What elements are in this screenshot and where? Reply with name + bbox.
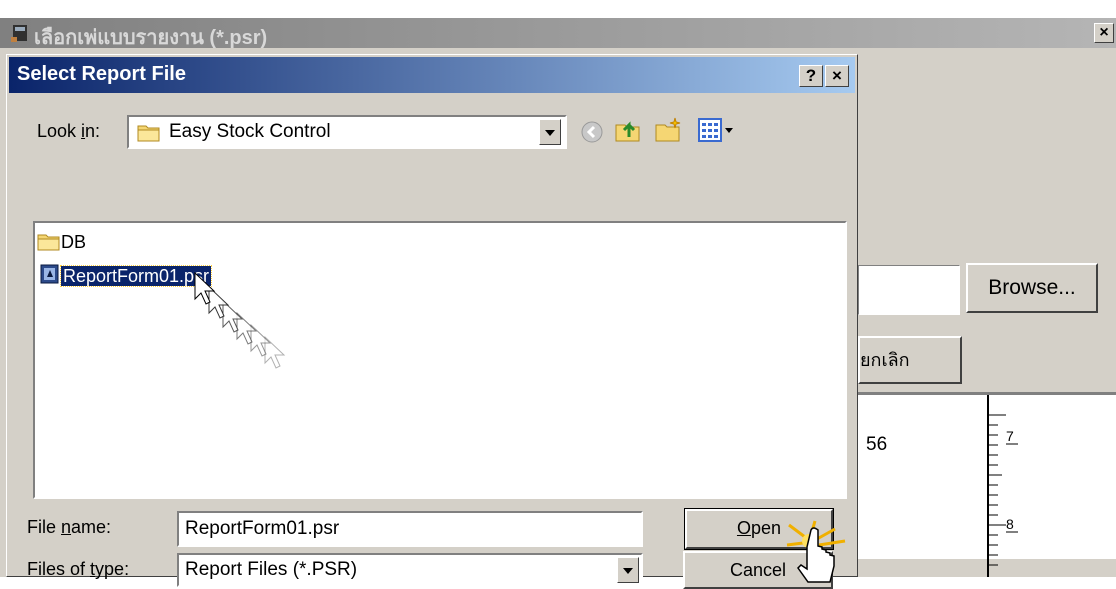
dialog-close-button[interactable]: × <box>825 65 849 87</box>
select-report-dialog: Select Report File ? × Look in: Easy Sto… <box>6 54 858 589</box>
file-type-select[interactable]: Report Files (*.PSR) <box>177 553 643 587</box>
list-item-folder-db[interactable]: DB <box>37 231 86 253</box>
folder-icon <box>37 234 60 251</box>
new-folder-icon[interactable] <box>653 115 683 145</box>
ruler-mark-8: 8 <box>1006 516 1014 532</box>
report-file-icon <box>40 264 59 284</box>
browse-button[interactable]: Browse... <box>966 263 1098 313</box>
parent-title: เลือกเพ่แบบรายงาน (*.psr) <box>34 27 268 49</box>
dialog-title-bar: Select Report File ? × <box>9 57 855 93</box>
look-in-label: Look in: <box>37 121 101 141</box>
dialog-title: Select Report File <box>17 63 186 85</box>
look-in-combo[interactable]: Easy Stock Control <box>127 115 567 149</box>
back-icon[interactable] <box>579 119 605 145</box>
parent-cancel-button[interactable]: ยกเลิก <box>858 336 962 384</box>
file-list[interactable]: DB ReportForm01.psr <box>33 221 847 499</box>
parent-cancel-label: ยกเลิก <box>860 350 910 370</box>
look-in-value: Easy Stock Control <box>169 121 331 142</box>
view-menu-icon[interactable] <box>697 117 737 143</box>
file-name-label: DB <box>61 232 87 252</box>
file-name-label: File name: <box>27 517 112 537</box>
file-type-dropdown-button[interactable] <box>617 557 639 583</box>
chevron-down-icon <box>545 130 555 136</box>
chevron-down-icon <box>623 568 633 574</box>
look-in-dropdown-button[interactable] <box>539 119 561 145</box>
help-button[interactable]: ? <box>799 65 823 87</box>
parent-close-button[interactable]: × <box>1094 23 1114 43</box>
file-name-value: ReportForm01.psr <box>185 518 340 539</box>
report-path-input[interactable] <box>858 265 960 315</box>
parent-title-bar: เลือกเพ่แบบรายงาน (*.psr) × <box>0 18 1116 49</box>
file-name-field[interactable]: ReportForm01.psr <box>177 511 643 547</box>
up-folder-icon[interactable] <box>613 115 643 145</box>
ruler-value: 56 <box>866 434 888 455</box>
hand-pointer-icon <box>786 520 846 583</box>
folder-icon <box>137 125 160 142</box>
cursor-trail-icon <box>194 272 285 369</box>
ruler-mark-7: 7 <box>1006 428 1014 444</box>
file-type-value: Report Files (*.PSR) <box>185 559 358 580</box>
app-icon <box>11 25 27 42</box>
vertical-ruler: 7 8 <box>987 395 1018 577</box>
